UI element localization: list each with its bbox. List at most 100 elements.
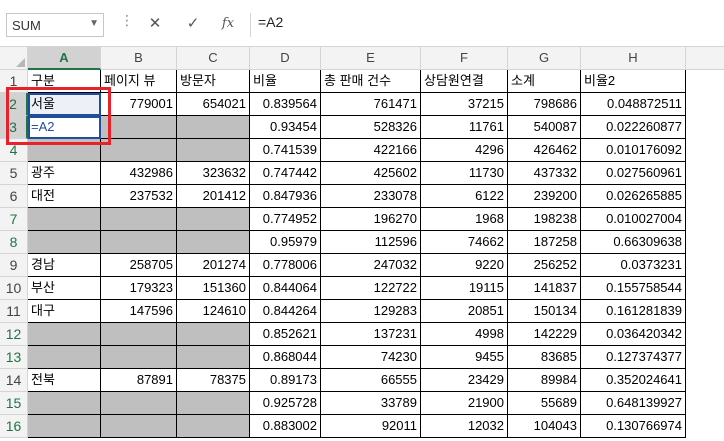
cell-d14[interactable]: 0.89173 xyxy=(250,369,321,392)
cell-b8[interactable] xyxy=(101,231,177,254)
cell-e2[interactable]: 761471 xyxy=(321,93,421,116)
cell-g9[interactable]: 256252 xyxy=(508,254,581,277)
cell-f12[interactable]: 4998 xyxy=(421,323,508,346)
cell-a12[interactable] xyxy=(28,323,101,346)
cell-f16[interactable]: 12032 xyxy=(421,415,508,438)
header-cell[interactable]: 페이지 뷰 xyxy=(101,70,177,93)
cell-d13[interactable]: 0.868044 xyxy=(250,346,321,369)
cell-f9[interactable]: 9220 xyxy=(421,254,508,277)
row-header-2[interactable]: 2 xyxy=(0,93,28,116)
cell-h15[interactable]: 0.648139927 xyxy=(581,392,686,415)
cell-d12[interactable]: 0.852621 xyxy=(250,323,321,346)
row-header-15[interactable]: 15 xyxy=(0,392,28,415)
cell-a14[interactable]: 전북 xyxy=(28,369,101,392)
cell-f3[interactable]: 11761 xyxy=(421,116,508,139)
cell-c13[interactable] xyxy=(177,346,250,369)
cell-d15[interactable]: 0.925728 xyxy=(250,392,321,415)
cell-f11[interactable]: 20851 xyxy=(421,300,508,323)
cell-a15[interactable] xyxy=(28,392,101,415)
enter-check-icon[interactable]: ✓ xyxy=(181,11,205,37)
column-header-i[interactable] xyxy=(686,47,724,70)
cell-h5[interactable]: 0.027560961 xyxy=(581,162,686,185)
header-cell[interactable]: 비율 xyxy=(250,70,321,93)
cell-b6[interactable]: 237532 xyxy=(101,185,177,208)
cell-h3[interactable]: 0.022260877 xyxy=(581,116,686,139)
header-cell[interactable]: 소계 xyxy=(508,70,581,93)
row-header-4[interactable]: 4 xyxy=(0,139,28,162)
cell-f8[interactable]: 74662 xyxy=(421,231,508,254)
cell-d2[interactable]: 0.839564 xyxy=(250,93,321,116)
row-header-11[interactable]: 11 xyxy=(0,300,28,323)
cell-c8[interactable] xyxy=(177,231,250,254)
cell-c15[interactable] xyxy=(177,392,250,415)
cell-e6[interactable]: 233078 xyxy=(321,185,421,208)
cell-f10[interactable]: 19115 xyxy=(421,277,508,300)
cell-c3[interactable] xyxy=(177,116,250,139)
cell-b4[interactable] xyxy=(101,139,177,162)
chevron-down-icon[interactable]: ▼ xyxy=(89,18,99,29)
cell-c11[interactable]: 124610 xyxy=(177,300,250,323)
cell-e9[interactable]: 247032 xyxy=(321,254,421,277)
cell-e10[interactable]: 122722 xyxy=(321,277,421,300)
cell-f4[interactable]: 4296 xyxy=(421,139,508,162)
cell-e8[interactable]: 112596 xyxy=(321,231,421,254)
cell-c12[interactable] xyxy=(177,323,250,346)
row-header-1[interactable]: 1 xyxy=(0,70,28,93)
cell-g8[interactable]: 187258 xyxy=(508,231,581,254)
cell-b5[interactable]: 432986 xyxy=(101,162,177,185)
cell-h9[interactable]: 0.0373231 xyxy=(581,254,686,277)
cell-d11[interactable]: 0.844264 xyxy=(250,300,321,323)
cell-d5[interactable]: 0.747442 xyxy=(250,162,321,185)
cell-a13[interactable] xyxy=(28,346,101,369)
cell-a6[interactable]: 대전 xyxy=(28,185,101,208)
cell-a11[interactable]: 대구 xyxy=(28,300,101,323)
cell-d10[interactable]: 0.844064 xyxy=(250,277,321,300)
cell-h11[interactable]: 0.161281839 xyxy=(581,300,686,323)
cell-d8[interactable]: 0.95979 xyxy=(250,231,321,254)
row-header-8[interactable]: 8 xyxy=(0,231,28,254)
insert-function-icon[interactable]: fx xyxy=(216,11,240,37)
cancel-icon[interactable]: ✕ xyxy=(143,11,167,37)
cell-c9[interactable]: 201274 xyxy=(177,254,250,277)
cell-g14[interactable]: 89984 xyxy=(508,369,581,392)
cell-f15[interactable]: 21900 xyxy=(421,392,508,415)
column-header-b[interactable]: B xyxy=(101,47,177,70)
cell-e4[interactable]: 422166 xyxy=(321,139,421,162)
cell-g3[interactable]: 540087 xyxy=(508,116,581,139)
cell-g6[interactable]: 239200 xyxy=(508,185,581,208)
cell-f2[interactable]: 37215 xyxy=(421,93,508,116)
cell-g10[interactable]: 141837 xyxy=(508,277,581,300)
select-all-corner[interactable] xyxy=(0,47,28,70)
cell-f7[interactable]: 1968 xyxy=(421,208,508,231)
cell-b7[interactable] xyxy=(101,208,177,231)
cell-b3[interactable] xyxy=(101,116,177,139)
row-header-12[interactable]: 12 xyxy=(0,323,28,346)
column-header-g[interactable]: G xyxy=(508,47,581,70)
cell-c10[interactable]: 151360 xyxy=(177,277,250,300)
cell-b15[interactable] xyxy=(101,392,177,415)
cell-c14[interactable]: 78375 xyxy=(177,369,250,392)
cell-b14[interactable]: 87891 xyxy=(101,369,177,392)
cell-a7[interactable] xyxy=(28,208,101,231)
cell-e14[interactable]: 66555 xyxy=(321,369,421,392)
cell-d4[interactable]: 0.741539 xyxy=(250,139,321,162)
cell-b2[interactable]: 779001 xyxy=(101,93,177,116)
cell-e15[interactable]: 33789 xyxy=(321,392,421,415)
row-header-14[interactable]: 14 xyxy=(0,369,28,392)
cell-f13[interactable]: 9455 xyxy=(421,346,508,369)
cell-b11[interactable]: 147596 xyxy=(101,300,177,323)
cell-e3[interactable]: 528326 xyxy=(321,116,421,139)
cell-g4[interactable]: 426462 xyxy=(508,139,581,162)
cell-b10[interactable]: 179323 xyxy=(101,277,177,300)
column-header-c[interactable]: C xyxy=(177,47,250,70)
cell-e16[interactable]: 92011 xyxy=(321,415,421,438)
cell-g15[interactable]: 55689 xyxy=(508,392,581,415)
cell-g2[interactable]: 798686 xyxy=(508,93,581,116)
cell-b16[interactable] xyxy=(101,415,177,438)
cell-h16[interactable]: 0.130766974 xyxy=(581,415,686,438)
cell-d16[interactable]: 0.883002 xyxy=(250,415,321,438)
cell-e13[interactable]: 74230 xyxy=(321,346,421,369)
row-header-9[interactable]: 9 xyxy=(0,254,28,277)
cell-d7[interactable]: 0.774952 xyxy=(250,208,321,231)
column-header-h[interactable]: H xyxy=(581,47,686,70)
